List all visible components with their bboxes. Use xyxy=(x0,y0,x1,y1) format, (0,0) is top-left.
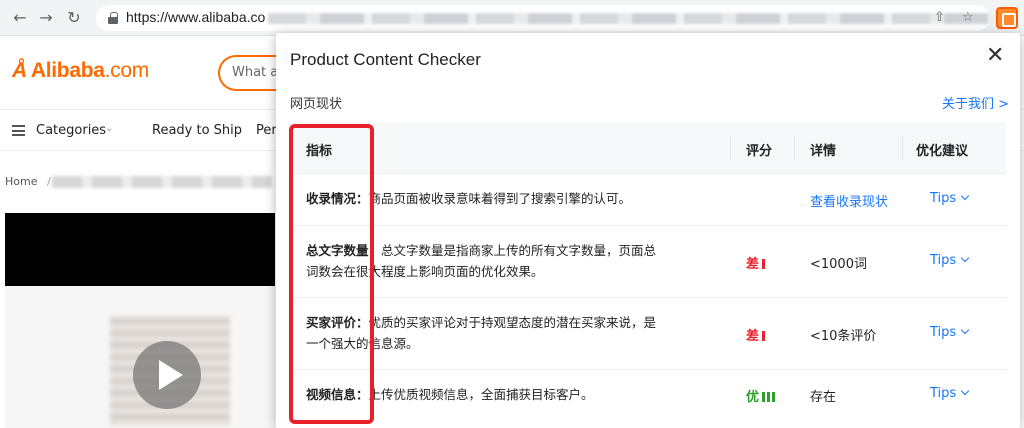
chevron-down-icon[interactable]: ⌄ xyxy=(105,123,113,134)
row-text-line1: 总文字数量是指商家上传的所有文字数量，页面总 xyxy=(381,243,657,258)
product-video[interactable] xyxy=(5,286,275,428)
table-row: 收录情况：商品页面被收录意味着得到了搜索引擎的认可。 查看收录现状 Tips xyxy=(290,174,1006,226)
alibaba-logo[interactable]: Å Alibaba.com xyxy=(12,59,149,83)
row-text-line1: 优质的买家评论对于持观望态度的潜在买家来说，是 xyxy=(368,315,657,330)
extension-icon[interactable] xyxy=(996,7,1018,29)
view-index-status-link[interactable]: 查看收录现状 xyxy=(810,191,888,210)
score-bars xyxy=(762,390,777,405)
table-row: 总文字数量：总文字数量是指商家上传的所有文字数量，页面总 词数会在很大程度上影响… xyxy=(290,226,1006,298)
logo-mark-icon: Å xyxy=(12,59,27,82)
column-score: 评分 xyxy=(746,144,773,159)
browser-toolbar: ← → ↻ https://www.alibaba.co ⇧ ☆ xyxy=(0,0,1024,36)
lock-icon xyxy=(108,12,118,24)
categories-menu[interactable]: Categories xyxy=(36,123,106,138)
chevron-down-icon xyxy=(960,191,970,201)
score-text: 差 xyxy=(746,329,760,344)
highlight-annotation-box xyxy=(289,124,374,424)
chevron-down-icon xyxy=(960,386,970,396)
metrics-table: 指标 评分 详情 优化建议 收录情况：商品页面被收录意味着得到了搜索引擎的认可。… xyxy=(290,122,1006,426)
breadcrumb-home[interactable]: Home xyxy=(5,175,37,188)
score-bars xyxy=(762,329,767,344)
close-icon[interactable]: ✕ xyxy=(986,45,1004,67)
bookmark-star-icon[interactable]: ☆ xyxy=(962,10,974,25)
tips-dropdown[interactable]: Tips xyxy=(930,253,970,268)
score-bars xyxy=(762,257,767,272)
score-badge: 差 xyxy=(746,325,767,344)
address-bar[interactable]: https://www.alibaba.co ⇧ ☆ xyxy=(96,5,1008,31)
chevron-down-icon xyxy=(960,253,970,263)
play-icon[interactable] xyxy=(133,341,201,409)
score-badge: 差 xyxy=(746,253,767,272)
status-label: 网页现状 xyxy=(290,97,343,112)
blurred-url xyxy=(268,13,1008,24)
tips-label: Tips xyxy=(930,325,957,340)
forward-icon[interactable]: → xyxy=(36,8,56,28)
logo-suffix: .com xyxy=(104,59,150,82)
tips-label: Tips xyxy=(930,253,957,268)
tips-dropdown[interactable]: Tips xyxy=(930,325,970,340)
logo-text: Alibaba xyxy=(30,59,105,82)
tips-label: Tips xyxy=(930,386,957,401)
column-detail: 详情 xyxy=(810,144,837,159)
breadcrumb: Home / xyxy=(5,175,51,188)
breadcrumb-separator: / xyxy=(46,175,51,188)
detail-value: <10条评价 xyxy=(810,329,877,344)
table-row: 买家评价：优质的买家评论对于持观望态度的潜在买家来说，是 一个强大的信息源。 差… xyxy=(290,298,1006,370)
menu-icon[interactable] xyxy=(12,125,25,136)
row-text: 上传优质视频信息，全面捕获目标客户。 xyxy=(368,387,594,402)
tips-label: Tips xyxy=(930,191,957,206)
detail-value: 存在 xyxy=(810,390,837,405)
score-text: 优 xyxy=(746,390,760,405)
back-icon[interactable]: ← xyxy=(10,8,30,28)
about-us-link[interactable]: 关于我们 > xyxy=(942,93,1009,112)
score-text: 差 xyxy=(746,257,760,272)
chevron-down-icon xyxy=(960,325,970,335)
detail-value: <1000词 xyxy=(810,257,867,272)
ready-to-ship-link[interactable]: Ready to Ship xyxy=(152,123,242,138)
content-checker-popup: Product Content Checker ✕ 网页现状 关于我们 > 指标… xyxy=(276,33,1020,428)
popup-title: Product Content Checker xyxy=(290,50,481,69)
video-header xyxy=(5,213,275,286)
nav-link-partial[interactable]: Per xyxy=(256,123,277,138)
column-suggest: 优化建议 xyxy=(916,144,969,159)
table-row: 视频信息：上传优质视频信息，全面捕获目标客户。 优 存在 Tips xyxy=(290,370,1006,426)
row-text: 商品页面被收录意味着得到了搜索引擎的认可。 xyxy=(368,191,632,206)
share-icon[interactable]: ⇧ xyxy=(934,10,945,25)
reload-icon[interactable]: ↻ xyxy=(64,8,84,28)
table-header: 指标 评分 详情 优化建议 xyxy=(290,122,1006,174)
score-badge: 优 xyxy=(746,386,777,405)
url-text[interactable]: https://www.alibaba.co xyxy=(126,9,265,25)
tips-dropdown[interactable]: Tips xyxy=(930,191,970,206)
blurred-breadcrumb xyxy=(52,176,272,188)
tips-dropdown[interactable]: Tips xyxy=(930,386,970,401)
